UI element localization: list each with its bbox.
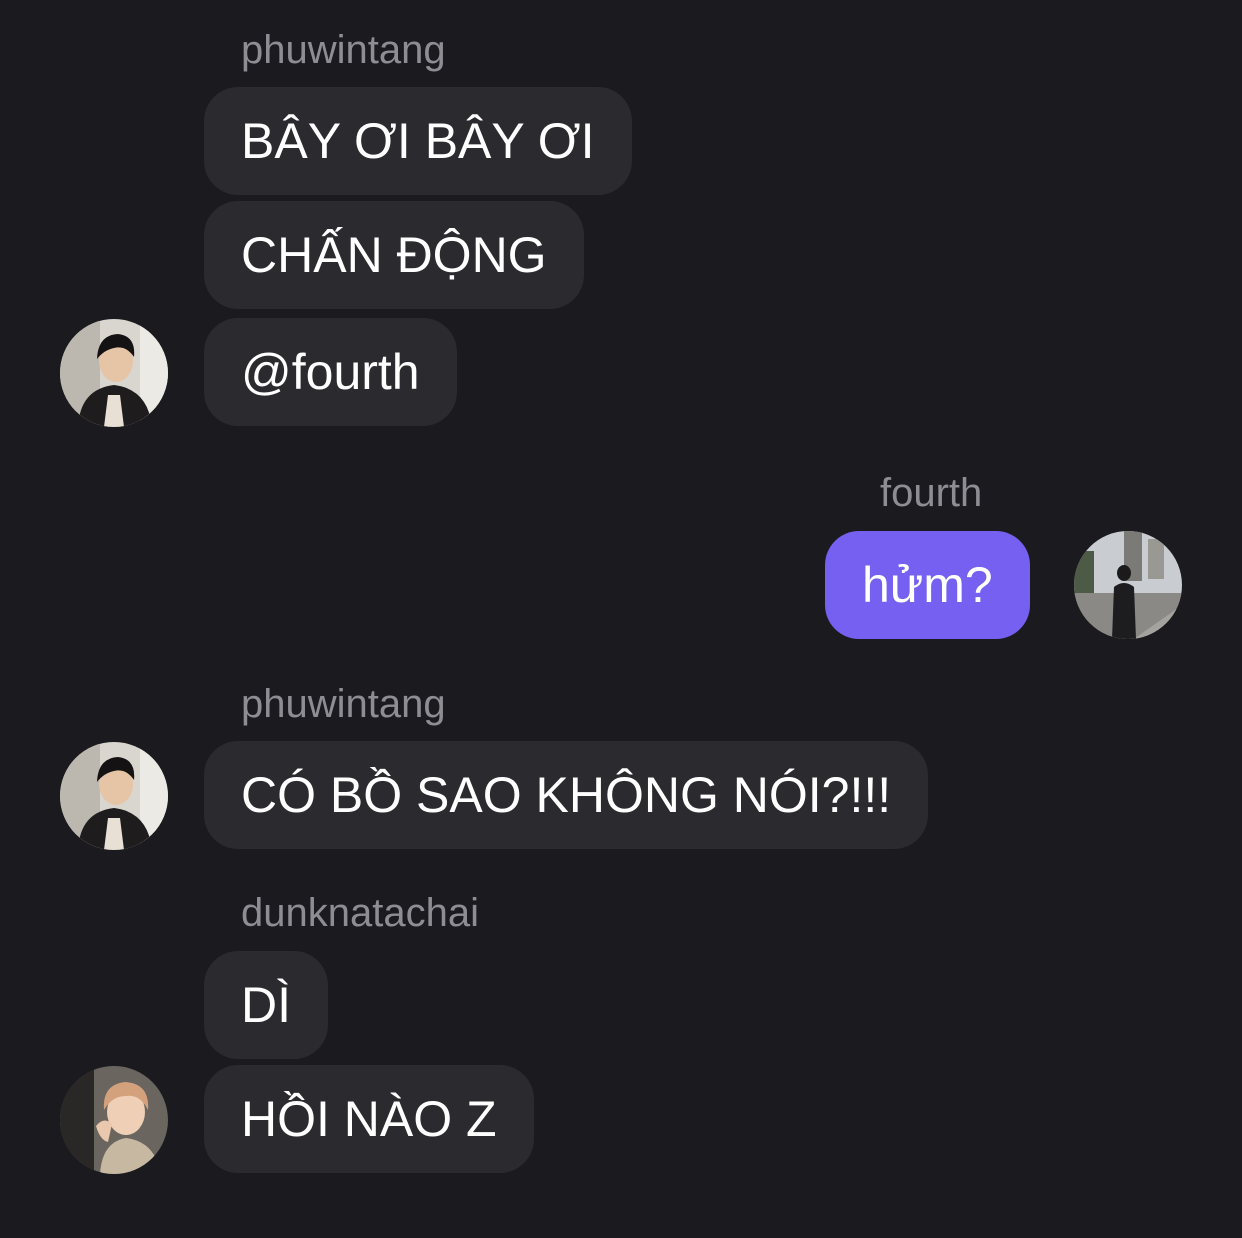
message-bubble[interactable]: DÌ	[204, 951, 328, 1059]
message-bubble[interactable]: CHẤN ĐỘNG	[204, 201, 584, 309]
avatar[interactable]	[60, 319, 168, 427]
message-bubble-self[interactable]: hửm?	[825, 531, 1030, 639]
user-avatar-phuwintang-icon	[60, 742, 168, 850]
user-avatar-dunknatachai-icon	[60, 1066, 168, 1174]
sender-name: dunknatachai	[241, 891, 479, 935]
avatar[interactable]	[60, 1066, 168, 1174]
message-bubble[interactable]: CÓ BỒ SAO KHÔNG NÓI?!!!	[204, 741, 929, 849]
avatar[interactable]	[1074, 531, 1182, 639]
user-avatar-fourth-icon	[1074, 531, 1182, 639]
avatar[interactable]	[60, 742, 168, 850]
message-bubble[interactable]: @fourth	[204, 318, 457, 426]
sender-name: phuwintang	[241, 28, 446, 72]
sender-name: phuwintang	[241, 682, 446, 726]
message-bubble[interactable]: BÂY ƠI BÂY ƠI	[204, 87, 632, 195]
user-avatar-phuwintang-icon	[60, 319, 168, 427]
message-bubble[interactable]: HỒI NÀO Z	[204, 1065, 534, 1173]
sender-name: fourth	[880, 471, 983, 515]
